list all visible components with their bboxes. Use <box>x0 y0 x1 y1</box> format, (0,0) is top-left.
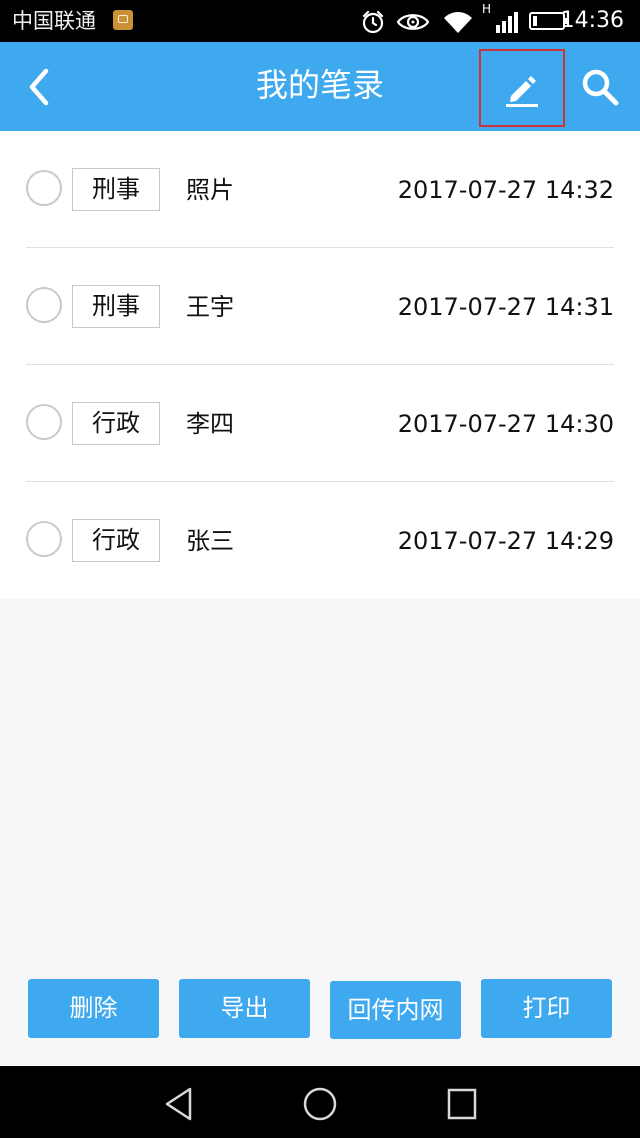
note-row[interactable]: 行政 李四 2017-07-27 14:30 <box>26 365 614 482</box>
action-bar: 删除 导出 回传内网 打印 <box>0 978 640 1042</box>
status-icons: H 14:36 <box>352 0 632 42</box>
signal-icon <box>496 12 518 33</box>
network-type-label: H <box>482 2 492 16</box>
system-navigation-bar <box>0 1066 640 1138</box>
note-name: 照片 <box>186 176 234 204</box>
note-name: 张三 <box>186 527 234 555</box>
edit-button[interactable] <box>479 49 565 127</box>
search-icon <box>582 69 619 106</box>
category-tag: 刑事 <box>72 285 160 328</box>
notes-list: 刑事 照片 2017-07-27 14:32 刑事 王宇 2017-07-27 … <box>0 131 640 599</box>
wifi-icon <box>444 12 472 33</box>
note-name: 王宇 <box>186 293 234 321</box>
carrier-name: 中国联通 <box>12 9 96 33</box>
select-checkbox[interactable] <box>26 170 62 206</box>
notification-icon <box>113 10 133 30</box>
alarm-icon <box>362 10 384 34</box>
note-time: 2017-07-27 14:29 <box>397 527 614 555</box>
note-row[interactable]: 刑事 王宇 2017-07-27 14:31 <box>26 248 614 365</box>
note-row[interactable]: 行政 张三 2017-07-27 14:29 <box>26 482 614 599</box>
print-button[interactable]: 打印 <box>481 979 612 1038</box>
app-screen: 中国联通 H 14:36 我的笔录 刑事 照片 2017-07-27 14:32… <box>0 0 640 1138</box>
nav-home-icon[interactable] <box>300 1085 340 1123</box>
send-back-intranet-button[interactable]: 回传内网 <box>330 981 461 1039</box>
select-checkbox[interactable] <box>26 521 62 557</box>
note-time: 2017-07-27 14:30 <box>397 410 614 438</box>
nav-back-icon[interactable] <box>159 1085 199 1123</box>
category-tag: 刑事 <box>72 168 160 211</box>
eye-icon <box>396 14 430 30</box>
pencil-icon <box>506 76 538 107</box>
select-checkbox[interactable] <box>26 287 62 323</box>
export-button[interactable]: 导出 <box>179 979 310 1038</box>
delete-button[interactable]: 删除 <box>28 979 159 1038</box>
app-header: 我的笔录 <box>0 42 640 131</box>
note-name: 李四 <box>186 410 234 438</box>
nav-recent-apps-icon[interactable] <box>442 1085 482 1123</box>
select-checkbox[interactable] <box>26 404 62 440</box>
note-row[interactable]: 刑事 照片 2017-07-27 14:32 <box>26 131 614 248</box>
search-button[interactable] <box>578 65 622 109</box>
note-time: 2017-07-27 14:31 <box>397 293 614 321</box>
note-time: 2017-07-27 14:32 <box>397 176 614 204</box>
status-bar: 中国联通 H 14:36 <box>0 0 640 42</box>
category-tag: 行政 <box>72 402 160 445</box>
status-time: 14:36 <box>560 8 624 33</box>
category-tag: 行政 <box>72 519 160 562</box>
